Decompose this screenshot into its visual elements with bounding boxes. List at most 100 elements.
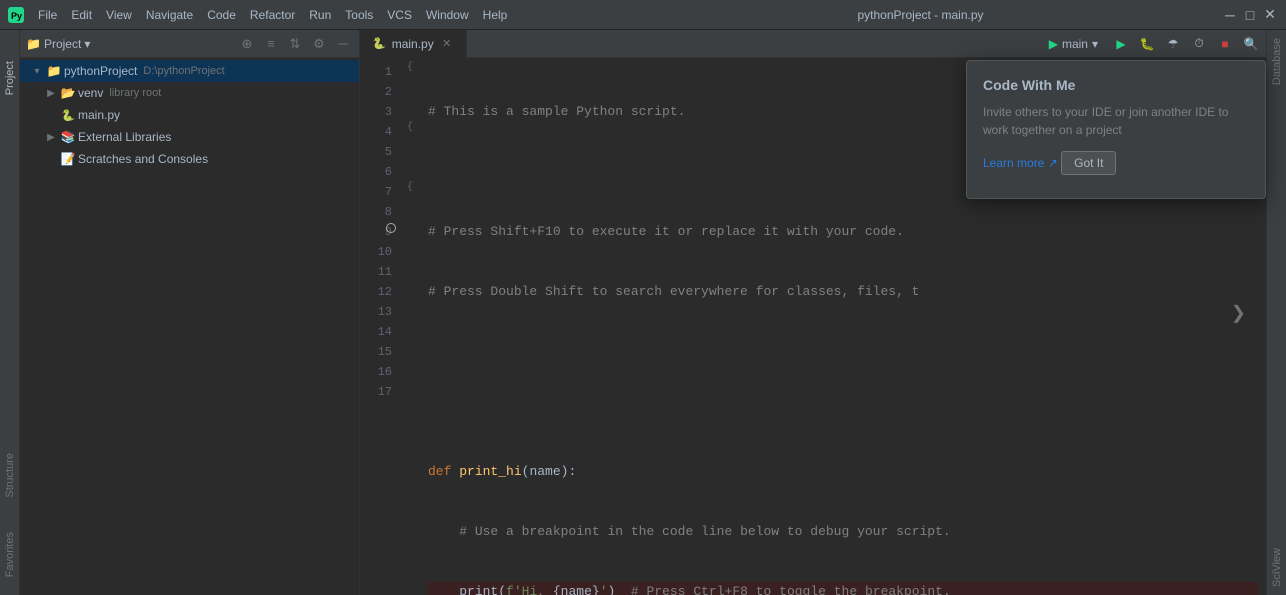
code-param: name: [529, 462, 560, 482]
menu-view[interactable]: View: [100, 6, 138, 24]
menu-refactor[interactable]: Refactor: [244, 6, 301, 24]
code-print: print: [459, 582, 498, 595]
stop-button[interactable]: ■: [1214, 33, 1236, 55]
code-paren-close: ):: [561, 462, 577, 482]
line-num-2: 2: [360, 82, 392, 102]
tree-item-venv[interactable]: ▶ 📂 venv library root: [20, 82, 359, 104]
gutter-3: [400, 98, 420, 118]
settings-button[interactable]: ⚙: [309, 34, 329, 54]
popup-title: Code With Me: [983, 77, 1249, 93]
code-line-5: [428, 342, 1258, 362]
tab-icon-mainpy: 🐍: [372, 37, 386, 50]
menu-tools[interactable]: Tools: [339, 6, 379, 24]
editor-tabs-right: ▶ main ▾ ▶ 🐛 ☂ ⏱ ■ 🔍: [1041, 33, 1266, 55]
tree-arrow-ext[interactable]: ▶: [44, 130, 58, 144]
venv-folder-icon: 📂: [60, 85, 76, 101]
close-button[interactable]: ✕: [1262, 7, 1278, 23]
code-fstring-var: name: [561, 582, 592, 595]
mainpy-icon: 🐍: [60, 107, 76, 123]
line-num-4: 4: [360, 122, 392, 142]
minimize-button[interactable]: ─: [1222, 7, 1238, 23]
fold-icon-4[interactable]: {: [407, 118, 413, 138]
run-config-dropdown[interactable]: ▶ main ▾: [1041, 35, 1106, 53]
menu-file[interactable]: File: [32, 6, 63, 24]
tree-arrow-venv[interactable]: ▶: [44, 86, 58, 100]
line-num-16: 16: [360, 362, 392, 382]
right-sidebar-sciview[interactable]: SciView: [1269, 540, 1285, 595]
gutter-5: [400, 138, 420, 158]
profile-button[interactable]: ⏱: [1188, 33, 1210, 55]
collapse-all-button[interactable]: ≡: [261, 34, 281, 54]
close-panel-button[interactable]: ─: [333, 34, 353, 54]
fold-icon-1[interactable]: {: [407, 58, 413, 78]
tree-item-external-libs[interactable]: ▶ 📚 External Libraries: [20, 126, 359, 148]
folder-icon: 📁: [26, 37, 41, 51]
code-comment-8: # Use a breakpoint in the code line belo…: [459, 522, 950, 542]
menu-window[interactable]: Window: [420, 6, 475, 24]
sidebar-project-icon[interactable]: Project: [0, 34, 20, 114]
ext-libs-icon: 📚: [60, 129, 76, 145]
tree-item-scratches[interactable]: 📝 Scratches and Consoles: [20, 148, 359, 170]
tab-close-mainpy[interactable]: ✕: [440, 37, 454, 51]
run-config-icon: ▶: [1049, 37, 1058, 51]
popup-got-it-button[interactable]: Got It: [1061, 151, 1116, 175]
search-button[interactable]: 🔍: [1240, 33, 1262, 55]
menu-vcs[interactable]: VCS: [381, 6, 418, 24]
line-num-3: 3: [360, 102, 392, 122]
breakpoint-marker-9: [386, 223, 396, 233]
menu-run[interactable]: Run: [303, 6, 337, 24]
run-config-arrow: ▾: [1092, 37, 1098, 51]
code-func-name: print_hi: [459, 462, 521, 482]
right-sidebar-database[interactable]: Database: [1269, 30, 1285, 93]
menu-navigate[interactable]: Navigate: [140, 6, 199, 24]
menu-edit[interactable]: Edit: [65, 6, 98, 24]
gutter-6: [400, 158, 420, 178]
menu-bar: // Will be rendered by template below Fi…: [32, 6, 619, 24]
code-with-me-popup: Code With Me Invite others to your IDE o…: [966, 60, 1266, 199]
code-fstring-f: f'Hi,: [506, 582, 553, 595]
debug-button[interactable]: 🐛: [1136, 33, 1158, 55]
coverage-button[interactable]: ☂: [1162, 33, 1184, 55]
tree-arrow-pythonproject[interactable]: ▾: [30, 64, 44, 78]
project-panel-title[interactable]: 📁 Project ▾: [26, 37, 233, 51]
expand-button[interactable]: ⇅: [285, 34, 305, 54]
editor-area: 🐍 main.py ✕ ▶ main ▾ ▶ 🐛 ☂ ⏱ ■ 🔍: [360, 30, 1266, 595]
tree-label-pythonproject: pythonProject: [64, 64, 137, 78]
gutter-1: {: [400, 58, 420, 78]
gutter-2: [400, 78, 420, 98]
code-line-8: # Use a breakpoint in the code line belo…: [428, 522, 1258, 542]
gutter-16: [400, 358, 420, 378]
locate-button[interactable]: ⊕: [237, 34, 257, 54]
code-line-9: print ( f'Hi, { name } ' ) # Press Ctrl+…: [428, 582, 1258, 595]
code-fstring-brace-close: }: [592, 582, 600, 595]
run-button[interactable]: ▶: [1110, 33, 1132, 55]
code-line-6: [428, 402, 1258, 422]
menu-help[interactable]: Help: [477, 6, 514, 24]
code-fstring-brace-open: {: [553, 582, 561, 595]
tree-label-venv: venv: [78, 86, 103, 100]
tree-item-mainpy[interactable]: 🐍 main.py: [20, 104, 359, 126]
tree-item-pythonproject[interactable]: ▾ 📁 pythonProject D:\pythonProject: [20, 60, 359, 82]
fold-icon-7[interactable]: {: [407, 178, 413, 198]
maximize-button[interactable]: □: [1242, 7, 1258, 23]
code-line-4: # Press Double Shift to search everywher…: [428, 282, 1258, 302]
code-paren-9-close: ): [608, 582, 631, 595]
project-dropdown-arrow[interactable]: ▾: [84, 37, 90, 51]
code-comment-1: # This is a sample Python script.: [428, 102, 685, 122]
menu-code[interactable]: Code: [201, 6, 242, 24]
expand-right-button[interactable]: ❯: [1231, 302, 1246, 323]
tree-label-scratches: Scratches and Consoles: [78, 152, 208, 166]
sidebar-favorites-icon[interactable]: Favorites: [0, 515, 20, 595]
tab-mainpy[interactable]: 🐍 main.py ✕: [360, 30, 467, 58]
project-tree: ▾ 📁 pythonProject D:\pythonProject ▶ 📂 v…: [20, 58, 359, 595]
gutter-10: [400, 238, 420, 258]
sidebar-structure-icon[interactable]: Structure: [0, 435, 20, 515]
line-num-14: 14: [360, 322, 392, 342]
line-num-11: 11: [360, 262, 392, 282]
code-paren-open: (: [522, 462, 530, 482]
code-line-3: # Press Shift+F10 to execute it or repla…: [428, 222, 1258, 242]
line-numbers: 1 2 3 4 5 6 7 8 9 10 11 12 13 14 15 16 1…: [360, 58, 400, 595]
line-num-7: 7: [360, 182, 392, 202]
popup-learn-more-link[interactable]: Learn more ↗: [983, 156, 1058, 170]
popup-body: Invite others to your IDE or join anothe…: [983, 103, 1249, 139]
